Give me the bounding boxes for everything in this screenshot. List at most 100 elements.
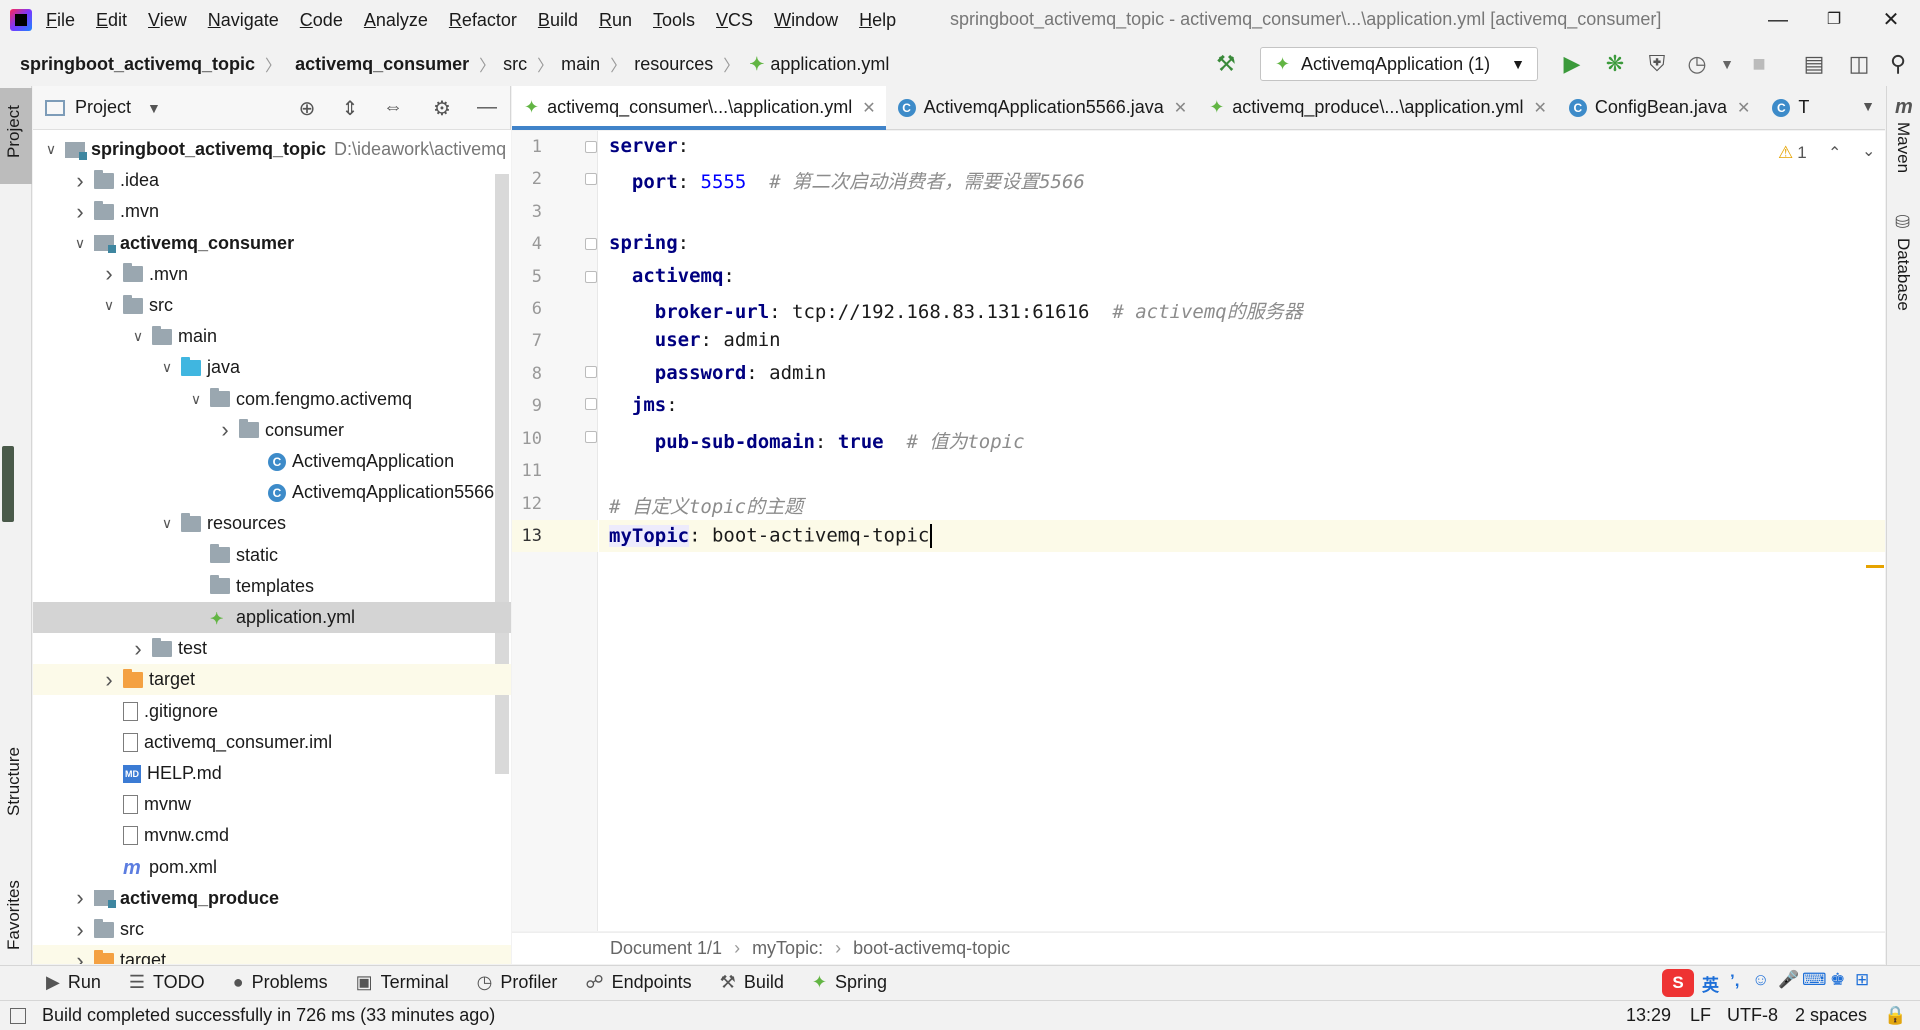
chevron-down-icon[interactable]: ∨ [186,391,206,408]
coverage-icon[interactable]: ⛨ [1643,50,1671,78]
tree-item-application-yml[interactable]: ✦ application.yml [33,602,511,633]
breadcrumb-project[interactable]: springboot_activemq_topic [20,54,255,75]
fold-marker[interactable] [585,271,597,283]
chevron-down-icon[interactable]: ∨ [41,141,61,158]
tree-item-help-md[interactable]: MD HELP.md [33,758,511,789]
menu-window[interactable]: Window [774,10,838,31]
tree-item-static[interactable]: static [33,540,511,571]
fold-marker[interactable] [585,431,597,443]
tree-item-activemqapplication[interactable]: C ActivemqApplication [33,446,511,477]
code-editor[interactable]: 1 2 3 4 5 6 7 8 9 10 11 12 13 server: port: 5555 # 第… [512,131,1885,931]
close-icon[interactable]: ✕ [1174,98,1187,118]
chevron-down-icon[interactable]: ▼ [1713,50,1741,78]
todo-tool-button[interactable]: ☰ TODO [129,972,205,993]
database-tool-label[interactable]: Database [1893,238,1913,311]
ime-menu-icon[interactable]: ⊞ [1855,970,1869,990]
tree-item-src[interactable]: › src [33,914,511,945]
lock-icon[interactable]: 🔒 [1884,1005,1906,1026]
problems-tool-button[interactable]: ● Problems [233,972,328,993]
locate-icon[interactable]: ⊕ [295,96,319,120]
profiler-tool-button[interactable]: ◷ Profiler [477,972,558,993]
ime-skin-icon[interactable]: ♚ [1830,970,1845,990]
tree-item-test[interactable]: › test [33,633,511,664]
fold-marker[interactable] [585,238,597,250]
run-configuration-select[interactable]: ✦ ActivemqApplication (1) ▼ [1260,47,1538,81]
chevron-right-icon[interactable]: › [99,667,119,693]
expand-all-icon[interactable]: ⇕ [338,96,362,120]
chevron-right-icon[interactable]: › [70,948,90,964]
maven-tool-label[interactable]: Maven [1893,122,1913,173]
chevron-down-icon[interactable]: ∨ [157,359,177,376]
line-separator[interactable]: LF [1690,1005,1711,1026]
indent-setting[interactable]: 2 spaces [1795,1005,1867,1026]
tree-item-gitignore[interactable]: .gitignore [33,696,511,727]
menu-build[interactable]: Build [538,10,578,31]
fold-marker[interactable] [585,398,597,410]
chevron-right-icon[interactable]: › [70,885,90,911]
next-highlight-icon[interactable]: ⌄ [1862,141,1875,161]
menu-navigate[interactable]: Navigate [208,10,279,31]
ime-voice-icon[interactable]: 🎤 [1778,970,1799,990]
menu-run[interactable]: Run [599,10,632,31]
close-icon[interactable]: ✕ [1737,98,1750,118]
warning-stripe-marker[interactable] [1866,565,1884,568]
restore-icon[interactable]: ❐ [1820,6,1848,34]
hide-icon[interactable]: — [475,96,499,120]
close-icon[interactable]: ✕ [1533,98,1546,118]
menu-tools[interactable]: Tools [653,10,695,31]
tab-activemqapplication5566[interactable]: C ActivemqApplication5566.java ✕ [886,86,1198,129]
close-window-icon[interactable]: ✕ [1877,6,1905,34]
ime-sogou-icon[interactable]: S [1662,969,1694,997]
ime-emoji-icon[interactable]: ☺ [1752,970,1769,990]
breadcrumb-src[interactable]: src [503,54,527,75]
caret-position[interactable]: 13:29 [1626,1005,1671,1026]
tree-item-resources[interactable]: ∨ resources [33,508,511,539]
inspection-widget[interactable]: ⚠ 1 [1778,143,1807,163]
tree-item-src[interactable]: ∨ src [33,290,511,321]
ime-language[interactable]: 英 [1702,971,1719,996]
tree-item-mvnw[interactable]: mvnw [33,789,511,820]
previous-highlight-icon[interactable]: ⌃ [1828,143,1841,163]
toggle-tool-windows-icon[interactable] [10,1007,26,1024]
tree-item-mvnw-cmd[interactable]: mvnw.cmd [33,820,511,851]
menu-view[interactable]: View [148,10,187,31]
menu-vcs[interactable]: VCS [716,10,753,31]
tree-item-idea[interactable]: › .idea [33,165,511,196]
tree-item-main[interactable]: ∨ main [33,321,511,352]
menu-code[interactable]: Code [300,10,343,31]
build-tool-button[interactable]: ⚒ Build [720,972,784,993]
structure-tool-label[interactable]: Structure [4,747,24,816]
menu-help[interactable]: Help [859,10,896,31]
status-message[interactable]: Build completed successfully in 726 ms (… [42,1005,495,1026]
project-structure-icon[interactable]: ▤ [1800,50,1828,78]
breadcrumb-file[interactable]: ✦ application.yml [749,54,889,75]
tab-produce-application-yml[interactable]: ✦ activemq_produce\...\application.yml ✕ [1197,86,1557,129]
tree-item-mvn[interactable]: › .mvn [33,259,511,290]
tabs-overflow-chevron-icon[interactable]: ▼ [1861,98,1875,114]
breadcrumb-resources[interactable]: resources [634,54,713,75]
tab-configbean[interactable]: C ConfigBean.java ✕ [1557,86,1761,129]
chevron-right-icon[interactable]: › [70,168,90,194]
chevron-down-icon[interactable]: ∨ [70,235,90,252]
menu-refactor[interactable]: Refactor [449,10,517,31]
layout-icon[interactable]: ◫ [1845,50,1873,78]
chevron-down-icon[interactable]: ∨ [128,328,148,345]
ime-punct-icon[interactable]: ’, [1730,971,1739,991]
chevron-down-icon[interactable]: ∨ [99,297,119,314]
chevron-right-icon[interactable]: › [70,917,90,943]
tree-item-target[interactable]: › target [33,664,511,696]
tree-item-activemq-consumer[interactable]: ∨ activemq_consumer [33,228,511,259]
run-tool-button[interactable]: ▶ Run [46,972,101,993]
yaml-key-crumb[interactable]: myTopic: [752,938,823,959]
tree-item-activemq-produce[interactable]: › activemq_produce [33,883,511,914]
tree-item-springboot-activemq-topic[interactable]: ∨ springboot_activemq_topic D:\ideawork\ac… [33,134,511,165]
yaml-value-crumb[interactable]: boot-activemq-topic [853,938,1010,959]
document-indicator[interactable]: Document 1/1 [610,938,722,959]
tree-item-java[interactable]: ∨ java [33,352,511,383]
chevron-right-icon[interactable]: › [99,261,119,287]
tab-consumer-application-yml[interactable]: ✦ activemq_consumer\...\application.yml … [512,86,886,130]
chevron-right-icon[interactable]: › [215,417,235,443]
minimize-icon[interactable]: — [1764,6,1792,34]
gear-icon[interactable]: ⚙ [430,96,454,120]
chevron-down-icon[interactable]: ∨ [157,515,177,532]
